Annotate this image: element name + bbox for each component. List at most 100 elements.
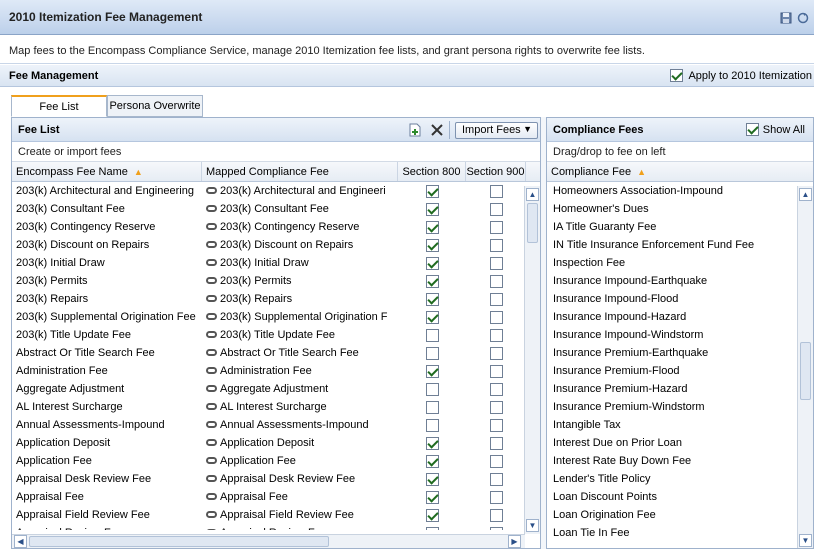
apply-itemization-option[interactable]: Apply to 2010 Itemization xyxy=(670,69,812,82)
scroll-left-icon[interactable]: ◀ xyxy=(14,535,27,548)
section-800-checkbox[interactable] xyxy=(425,400,439,414)
table-row[interactable]: Appraisal Review Fee Appraisal Review Fee xyxy=(12,524,540,530)
list-item[interactable]: Insurance Impound-Windstorm xyxy=(547,326,813,344)
table-row[interactable]: 203(k) Contingency Reserve 203(k) Conting… xyxy=(12,218,540,236)
section-900-checkbox[interactable] xyxy=(489,274,503,288)
section-900-checkbox[interactable] xyxy=(489,238,503,252)
section-900-checkbox[interactable] xyxy=(489,346,503,360)
section-900-checkbox[interactable] xyxy=(489,184,503,198)
list-item[interactable]: Loan Warehousing Fee xyxy=(547,542,813,546)
table-row[interactable]: 203(k) Supplemental Origination Fee 203(k… xyxy=(12,308,540,326)
column-mapped-compliance-fee[interactable]: Mapped Compliance Fee xyxy=(202,162,398,181)
section-800-checkbox[interactable] xyxy=(425,490,439,504)
section-800-checkbox[interactable] xyxy=(425,454,439,468)
fee-list-vertical-scrollbar[interactable]: ▲ ▼ xyxy=(524,186,540,534)
list-item[interactable]: Insurance Premium-Earthquake xyxy=(547,344,813,362)
section-800-checkbox[interactable] xyxy=(425,346,439,360)
section-800-checkbox[interactable] xyxy=(425,238,439,252)
table-row[interactable]: AL Interest Surcharge AL Interest Surchar… xyxy=(12,398,540,416)
section-800-checkbox[interactable] xyxy=(425,526,439,530)
list-item[interactable]: Loan Origination Fee xyxy=(547,506,813,524)
section-900-checkbox[interactable] xyxy=(489,364,503,378)
section-800-checkbox[interactable] xyxy=(425,382,439,396)
add-icon[interactable] xyxy=(408,123,422,137)
scroll-down-icon[interactable]: ▼ xyxy=(799,534,812,547)
section-800-checkbox[interactable] xyxy=(425,274,439,288)
section-800-checkbox[interactable] xyxy=(425,418,439,432)
section-800-checkbox[interactable] xyxy=(425,256,439,270)
section-900-checkbox[interactable] xyxy=(489,400,503,414)
section-900-checkbox[interactable] xyxy=(489,526,503,530)
section-800-checkbox[interactable] xyxy=(425,508,439,522)
section-800-checkbox[interactable] xyxy=(425,436,439,450)
list-item[interactable]: Homeowners Association-Impound xyxy=(547,182,813,200)
column-section-800[interactable]: Section 800 xyxy=(398,162,466,181)
tab-persona-overwrite[interactable]: Persona Overwrite xyxy=(107,95,203,117)
horizontal-scroll-thumb[interactable] xyxy=(29,536,329,547)
section-900-checkbox[interactable] xyxy=(489,490,503,504)
scroll-up-icon[interactable]: ▲ xyxy=(526,188,539,201)
section-900-checkbox[interactable] xyxy=(489,328,503,342)
list-item[interactable]: Lender's Title Policy xyxy=(547,470,813,488)
section-800-checkbox[interactable] xyxy=(425,472,439,486)
import-fees-button[interactable]: Import Fees ▼ xyxy=(455,122,538,139)
section-800-checkbox[interactable] xyxy=(425,220,439,234)
show-all-option[interactable]: Show All xyxy=(745,123,805,136)
refresh-icon[interactable] xyxy=(797,12,809,24)
delete-icon[interactable] xyxy=(430,123,444,137)
section-900-checkbox[interactable] xyxy=(489,310,503,324)
column-encompass-fee-name[interactable]: Encompass Fee Name ▲ xyxy=(12,162,202,181)
column-section-900[interactable]: Section 900 xyxy=(466,162,526,181)
section-900-checkbox[interactable] xyxy=(489,382,503,396)
table-row[interactable]: 203(k) Consultant Fee 203(k) Consultant F… xyxy=(12,200,540,218)
table-row[interactable]: 203(k) Architectural and Engineering 203(… xyxy=(12,182,540,200)
section-900-checkbox[interactable] xyxy=(489,472,503,486)
section-900-checkbox[interactable] xyxy=(489,436,503,450)
section-900-checkbox[interactable] xyxy=(489,508,503,522)
section-900-checkbox[interactable] xyxy=(489,202,503,216)
table-row[interactable]: Application Fee Application Fee xyxy=(12,452,540,470)
list-item[interactable]: Inspection Fee xyxy=(547,254,813,272)
list-item[interactable]: Insurance Impound-Hazard xyxy=(547,308,813,326)
scroll-right-icon[interactable]: ▶ xyxy=(508,535,521,548)
list-item[interactable]: Insurance Impound-Flood xyxy=(547,290,813,308)
scroll-down-icon[interactable]: ▼ xyxy=(526,519,539,532)
list-item[interactable]: Interest Rate Buy Down Fee xyxy=(547,452,813,470)
section-900-checkbox[interactable] xyxy=(489,418,503,432)
table-row[interactable]: 203(k) Repairs 203(k) Repairs xyxy=(12,290,540,308)
table-row[interactable]: Administration Fee Administration Fee xyxy=(12,362,540,380)
column-compliance-fee[interactable]: Compliance Fee ▲ xyxy=(547,162,813,181)
table-row[interactable]: 203(k) Title Update Fee 203(k) Title Upda… xyxy=(12,326,540,344)
list-item[interactable]: Interest Due on Prior Loan xyxy=(547,434,813,452)
table-row[interactable]: Aggregate Adjustment Aggregate Adjustment xyxy=(12,380,540,398)
tab-fee-list[interactable]: Fee List xyxy=(11,95,107,117)
section-800-checkbox[interactable] xyxy=(425,328,439,342)
table-row[interactable]: Appraisal Field Review Fee Appraisal Fiel… xyxy=(12,506,540,524)
fee-list-horizontal-scrollbar[interactable]: ◀ ▶ xyxy=(12,534,525,548)
table-row[interactable]: Appraisal Fee Appraisal Fee xyxy=(12,488,540,506)
section-800-checkbox[interactable] xyxy=(425,184,439,198)
compliance-vertical-scrollbar[interactable]: ▲ ▼ xyxy=(797,186,813,548)
table-row[interactable]: 203(k) Permits 203(k) Permits xyxy=(12,272,540,290)
list-item[interactable]: Insurance Premium-Flood xyxy=(547,362,813,380)
section-900-checkbox[interactable] xyxy=(489,292,503,306)
scroll-thumb[interactable] xyxy=(527,203,538,243)
section-800-checkbox[interactable] xyxy=(425,202,439,216)
table-row[interactable]: Abstract Or Title Search Fee Abstract Or … xyxy=(12,344,540,362)
save-icon[interactable] xyxy=(780,12,792,24)
list-item[interactable]: Loan Tie In Fee xyxy=(547,524,813,542)
list-item[interactable]: Insurance Impound-Earthquake xyxy=(547,272,813,290)
list-item[interactable]: Intangible Tax xyxy=(547,416,813,434)
section-900-checkbox[interactable] xyxy=(489,256,503,270)
table-row[interactable]: 203(k) Initial Draw 203(k) Initial Draw xyxy=(12,254,540,272)
list-item[interactable]: Homeowner's Dues xyxy=(547,200,813,218)
table-row[interactable]: Appraisal Desk Review Fee Appraisal Desk … xyxy=(12,470,540,488)
scroll-thumb[interactable] xyxy=(800,342,811,400)
table-row[interactable]: 203(k) Discount on Repairs 203(k) Discoun… xyxy=(12,236,540,254)
show-all-checkbox[interactable] xyxy=(745,123,759,136)
section-800-checkbox[interactable] xyxy=(425,364,439,378)
apply-itemization-checkbox[interactable] xyxy=(670,69,684,82)
table-row[interactable]: Application Deposit Application Deposit xyxy=(12,434,540,452)
section-900-checkbox[interactable] xyxy=(489,220,503,234)
scroll-up-icon[interactable]: ▲ xyxy=(799,188,812,201)
